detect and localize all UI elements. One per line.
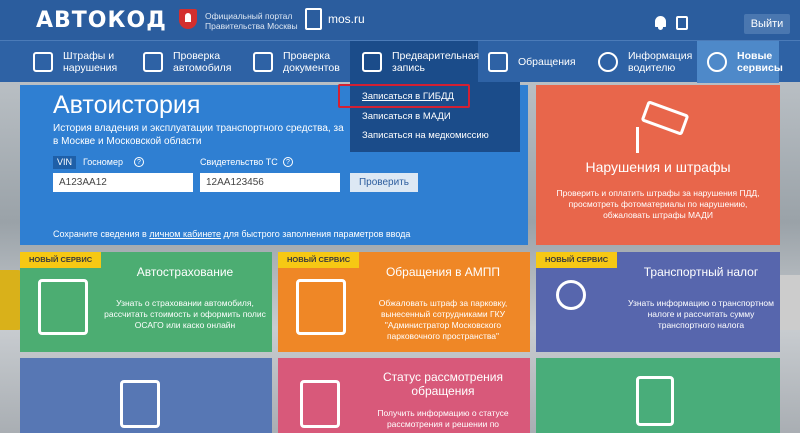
help-icon[interactable]: ? (283, 157, 293, 167)
tile-appeal-status[interactable]: Статус рассмотрения обращения Получить и… (278, 358, 530, 433)
nav-item-new-services[interactable]: Новые сервисы (697, 41, 783, 83)
car-tax-icon (556, 280, 586, 310)
tile-title: Автострахование (136, 265, 234, 279)
check-button[interactable]: Проверить (350, 173, 418, 192)
portal-caption: Официальный портал Правительства Москвы (205, 11, 298, 31)
tile-description: Получить информацию о статусе рассмотрен… (377, 408, 509, 429)
autohistory-description: История владения и эксплуатации транспор… (53, 123, 344, 147)
nav-item-car-check[interactable]: Проверка автомобиля (143, 41, 253, 83)
accessibility-icon[interactable] (676, 16, 688, 30)
appeal-icon (488, 52, 508, 72)
tile-checklist[interactable] (536, 358, 780, 433)
nav-item-appointment[interactable]: Предварительная запись (350, 41, 479, 83)
logo[interactable]: АВТОКОД (36, 8, 167, 33)
tile-insurance[interactable]: НОВЫЙ СЕРВИС Автострахование Узнать о ст… (20, 252, 272, 352)
main-nav: Штрафы и нарушения Проверка автомобиля Про… (0, 40, 800, 83)
dropdown-item-madi[interactable]: Записаться в МАДИ (362, 111, 451, 122)
new-service-badge: НОВЫЙ СЕРВИС (20, 252, 102, 268)
calendar-icon (362, 52, 382, 72)
nav-item-appeals[interactable]: Обращения (488, 41, 583, 83)
tile-documents[interactable] (20, 358, 272, 433)
tile-description: Обжаловать штраф за парковку, вынесенный… (378, 298, 508, 341)
cabinet-link[interactable]: личном кабинете (149, 229, 221, 239)
mosru-link[interactable]: mos.ru (328, 12, 365, 26)
tile-description: Узнать информацию о транспортном налоге … (628, 298, 774, 330)
autohistory-title: Автоистория (53, 91, 201, 119)
tile-title: Обращения в АМПП (385, 265, 501, 279)
exclamation-icon (707, 52, 727, 72)
moscow-crest-icon (179, 9, 197, 29)
sts-label: Свидетельство ТС (200, 157, 278, 167)
autohistory-footer: Сохраните сведения в личном кабинете для… (53, 229, 411, 239)
logout-button[interactable]: Выйти (744, 14, 790, 34)
vin-field[interactable] (53, 173, 193, 192)
new-service-badge: НОВЫЙ СЕРВИС (278, 252, 360, 268)
highlight-frame (338, 84, 470, 108)
help-icon[interactable]: ? (134, 157, 144, 167)
document-check-icon (253, 52, 273, 72)
violations-description: Проверить и оплатить штрафы за нарушения… (556, 188, 760, 220)
question-icon (598, 52, 618, 72)
checklist-icon (636, 376, 674, 426)
nav-item-driver-info[interactable]: Информация водителю (598, 41, 693, 83)
camera-post (636, 127, 639, 153)
dropdown-item-medical[interactable]: Записаться на медкомиссию (362, 130, 489, 141)
shield-check-icon (38, 279, 88, 335)
violations-panel[interactable]: Нарушения и штрафы Проверить и оплатить … (536, 85, 780, 245)
tile-description: Узнать о страховании автомобиля, рассчит… (104, 298, 266, 330)
document-search-icon (300, 380, 340, 428)
tile-transport-tax[interactable]: НОВЫЙ СЕРВИС Транспортный налог Узнать и… (536, 252, 780, 352)
tile-ampp[interactable]: НОВЫЙ СЕРВИС Обращения в АМПП Обжаловать… (278, 252, 530, 352)
violations-title: Нарушения и штрафы (585, 159, 731, 175)
tile-title: Транспортный налог (643, 265, 759, 279)
nav-item-doc-check[interactable]: Проверка документов (253, 41, 348, 83)
camera-icon (640, 100, 690, 136)
tile-title: Статус рассмотрения обращения (383, 370, 503, 398)
parking-appeal-icon (296, 279, 346, 335)
fine-receipt-icon (33, 52, 53, 72)
new-service-badge: НОВЫЙ СЕРВИС (536, 252, 618, 268)
top-header: АВТОКОД Официальный портал Правительства… (0, 0, 800, 40)
tab-vin[interactable]: VIN (53, 156, 77, 169)
documents-alert-icon (120, 380, 160, 428)
mosru-icon[interactable] (305, 8, 322, 30)
tab-gosnomer[interactable]: Госномер (83, 156, 123, 169)
sts-field[interactable] (200, 173, 340, 192)
nav-item-fines[interactable]: Штрафы и нарушения (33, 41, 133, 83)
bell-icon[interactable] (655, 16, 666, 30)
car-check-icon (143, 52, 163, 72)
